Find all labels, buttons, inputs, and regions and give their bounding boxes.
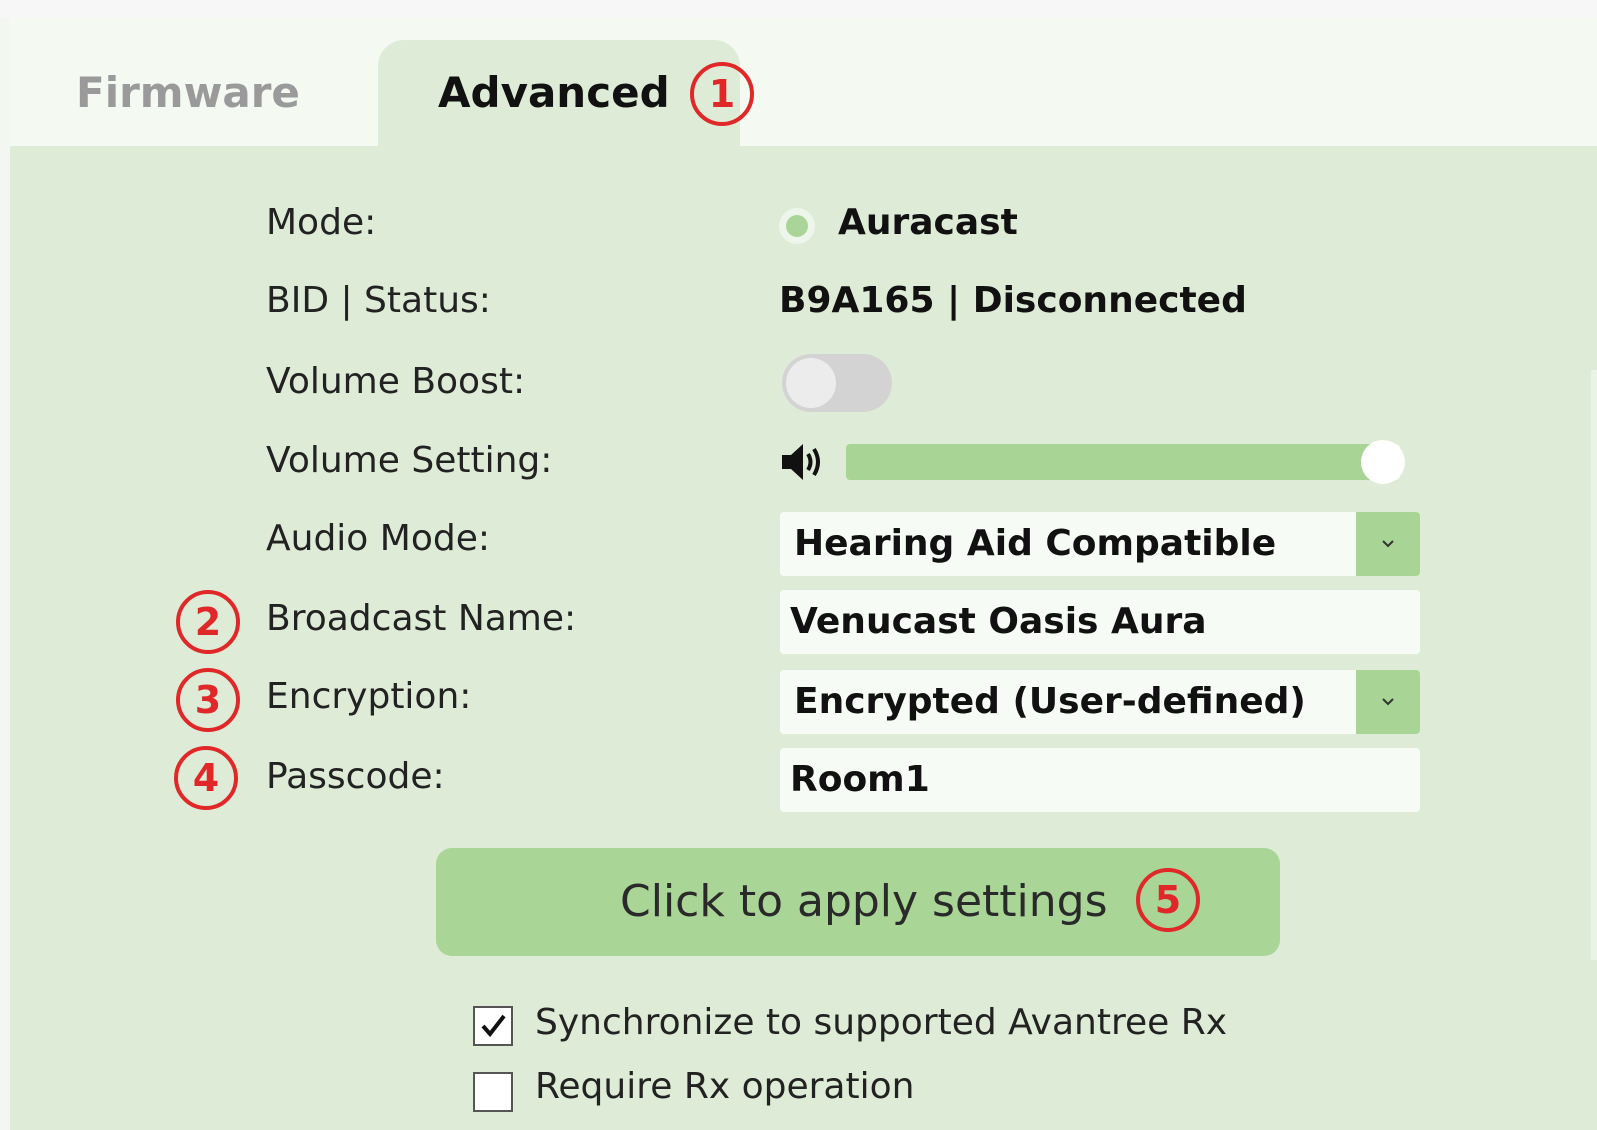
mode-label: Mode:	[266, 202, 377, 243]
volume-boost-toggle[interactable]	[782, 354, 892, 412]
speaker-icon[interactable]	[780, 440, 826, 484]
encryption-value: Encrypted (User-defined)	[794, 681, 1306, 722]
tab-firmware[interactable]: Firmware	[10, 40, 375, 146]
encryption-label: Encryption:	[266, 676, 472, 717]
broadcast-name-label: Broadcast Name:	[266, 598, 577, 639]
callout-1: 1	[690, 62, 754, 126]
broadcast-name-input[interactable]: Venucast Oasis Aura	[780, 590, 1420, 654]
volume-boost-label: Volume Boost:	[266, 361, 526, 402]
callout-4: 4	[174, 746, 238, 810]
volume-slider-fill	[846, 444, 1384, 480]
bid-status-value: B9A165 | Disconnected	[779, 280, 1247, 321]
callout-5: 5	[1136, 868, 1200, 932]
encryption-dropdown-button[interactable]	[1356, 670, 1420, 734]
mode-radio-auracast[interactable]	[779, 208, 815, 244]
passcode-label: Passcode:	[266, 756, 445, 797]
radio-dot-icon	[786, 215, 808, 237]
require-rx-label: Require Rx operation	[535, 1066, 915, 1107]
chevron-down-icon	[1382, 698, 1394, 706]
volume-slider-handle[interactable]	[1361, 440, 1406, 484]
broadcast-name-value: Venucast Oasis Aura	[790, 601, 1207, 642]
volume-slider[interactable]	[846, 440, 1406, 484]
passcode-input[interactable]: Room1	[780, 748, 1420, 812]
tab-firmware-label: Firmware	[76, 68, 300, 117]
scrollbar-edge	[1591, 370, 1597, 960]
callout-2: 2	[176, 590, 240, 654]
window-top-strip	[0, 0, 1597, 18]
apply-settings-label: Click to apply settings	[620, 876, 1108, 927]
audio-mode-select[interactable]: Hearing Aid Compatible	[780, 512, 1420, 576]
audio-mode-dropdown-button[interactable]	[1356, 512, 1420, 576]
toggle-knob	[786, 358, 836, 408]
require-rx-checkbox[interactable]	[473, 1072, 513, 1112]
passcode-value: Room1	[790, 759, 930, 800]
mode-value: Auracast	[838, 202, 1018, 243]
synchronize-label: Synchronize to supported Avantree Rx	[535, 1002, 1228, 1043]
audio-mode-label: Audio Mode:	[266, 518, 490, 559]
volume-setting-label: Volume Setting:	[266, 440, 553, 481]
synchronize-checkbox[interactable]	[473, 1006, 513, 1046]
audio-mode-value: Hearing Aid Compatible	[794, 523, 1277, 564]
chevron-down-icon	[1382, 540, 1394, 548]
tab-advanced-label: Advanced	[438, 68, 670, 117]
encryption-select[interactable]: Encrypted (User-defined)	[780, 670, 1420, 734]
bid-status-label: BID | Status:	[266, 280, 491, 321]
callout-3: 3	[176, 668, 240, 732]
tab-advanced[interactable]: Advanced	[378, 40, 740, 146]
checkmark-icon	[481, 1014, 506, 1038]
